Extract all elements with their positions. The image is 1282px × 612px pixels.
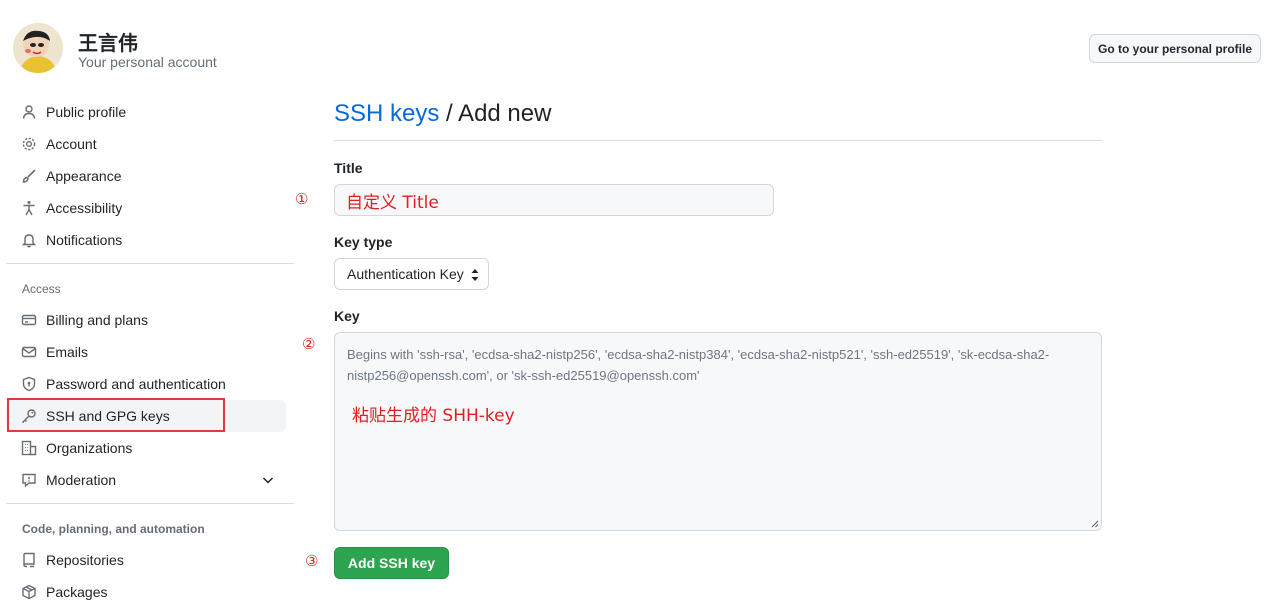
sidebar-divider	[6, 503, 294, 504]
gear-icon	[20, 135, 38, 153]
resize-handle-icon[interactable]	[1091, 520, 1099, 528]
sidebar-item-label: Billing and plans	[46, 312, 148, 328]
repo-icon	[20, 551, 38, 569]
select-arrows-icon	[471, 269, 479, 281]
sidebar-item-label: SSH and GPG keys	[46, 408, 170, 424]
sidebar-item-ssh-gpg-keys[interactable]: SSH and GPG keys	[6, 400, 286, 432]
sidebar-item-notifications[interactable]: Notifications	[6, 224, 286, 256]
key-icon	[20, 407, 38, 425]
accessibility-icon	[20, 199, 38, 217]
report-icon	[20, 471, 38, 489]
title-label: Title	[334, 160, 363, 176]
user-name: 王言伟	[78, 31, 138, 55]
sidebar-item-label: Account	[46, 136, 97, 152]
annotation-marker-2: ②	[302, 335, 316, 353]
annotation-marker-3: ③	[305, 552, 319, 570]
account-subtitle: Your personal account	[78, 54, 217, 70]
sidebar-item-password-authentication[interactable]: Password and authentication	[6, 368, 286, 400]
key-placeholder: Begins with 'ssh-rsa', 'ecdsa-sha2-nistp…	[347, 347, 1050, 383]
person-icon	[20, 103, 38, 121]
key-type-select[interactable]: Authentication Key	[334, 258, 489, 290]
key-type-label: Key type	[334, 234, 393, 250]
key-label: Key	[334, 308, 360, 324]
chevron-down-icon[interactable]	[260, 472, 276, 488]
sidebar-item-label: Password and authentication	[46, 376, 226, 392]
bell-icon	[20, 231, 38, 249]
breadcrumb: SSH keys / Add new	[334, 100, 551, 128]
sidebar-item-public-profile[interactable]: Public profile	[6, 96, 286, 128]
sidebar-item-appearance[interactable]: Appearance	[6, 160, 286, 192]
sidebar-item-moderation[interactable]: Moderation	[6, 464, 286, 496]
add-ssh-key-button[interactable]: Add SSH key	[334, 547, 449, 579]
shield-icon	[20, 375, 38, 393]
annotation-marker-1: ①	[295, 190, 309, 208]
paintbrush-icon	[20, 167, 38, 185]
header-divider	[334, 140, 1102, 141]
sidebar-item-label: Appearance	[46, 168, 122, 184]
sidebar-item-billing[interactable]: Billing and plans	[6, 304, 286, 336]
sidebar-item-label: Organizations	[46, 440, 133, 456]
sidebar-item-label: Notifications	[46, 232, 123, 248]
mail-icon	[20, 343, 38, 361]
sidebar-item-emails[interactable]: Emails	[6, 336, 286, 368]
credit-card-icon	[20, 311, 38, 329]
sidebar-item-packages[interactable]: Packages	[6, 576, 286, 608]
key-type-selected-value: Authentication Key	[347, 266, 464, 282]
sidebar-item-label: Moderation	[46, 472, 117, 488]
title-input[interactable]	[334, 184, 774, 216]
sidebar-divider	[6, 263, 294, 264]
breadcrumb-ssh-keys-link[interactable]: SSH keys	[334, 100, 439, 127]
sidebar-item-label: Public profile	[46, 104, 127, 120]
sidebar-item-organizations[interactable]: Organizations	[6, 432, 286, 464]
sidebar-item-label: Repositories	[46, 552, 124, 568]
sidebar-item-account[interactable]: Account	[6, 128, 286, 160]
avatar[interactable]	[13, 23, 63, 73]
go-to-profile-button[interactable]: Go to your personal profile	[1089, 34, 1261, 63]
sidebar-item-label: Accessibility	[46, 200, 123, 216]
breadcrumb-current: / Add new	[446, 100, 552, 127]
organization-icon	[20, 439, 38, 457]
sidebar-item-label: Emails	[46, 344, 89, 360]
section-label-code: Code, planning, and automation	[22, 522, 205, 536]
key-annotation-text: 粘贴生成的 SHH-key	[352, 406, 515, 426]
sidebar-item-accessibility[interactable]: Accessibility	[6, 192, 286, 224]
sidebar-item-label: Packages	[46, 584, 108, 600]
package-icon	[20, 583, 38, 601]
key-textarea[interactable]: Begins with 'ssh-rsa', 'ecdsa-sha2-nistp…	[334, 332, 1102, 531]
section-label-access: Access	[22, 282, 61, 296]
sidebar-item-repositories[interactable]: Repositories	[6, 544, 286, 576]
